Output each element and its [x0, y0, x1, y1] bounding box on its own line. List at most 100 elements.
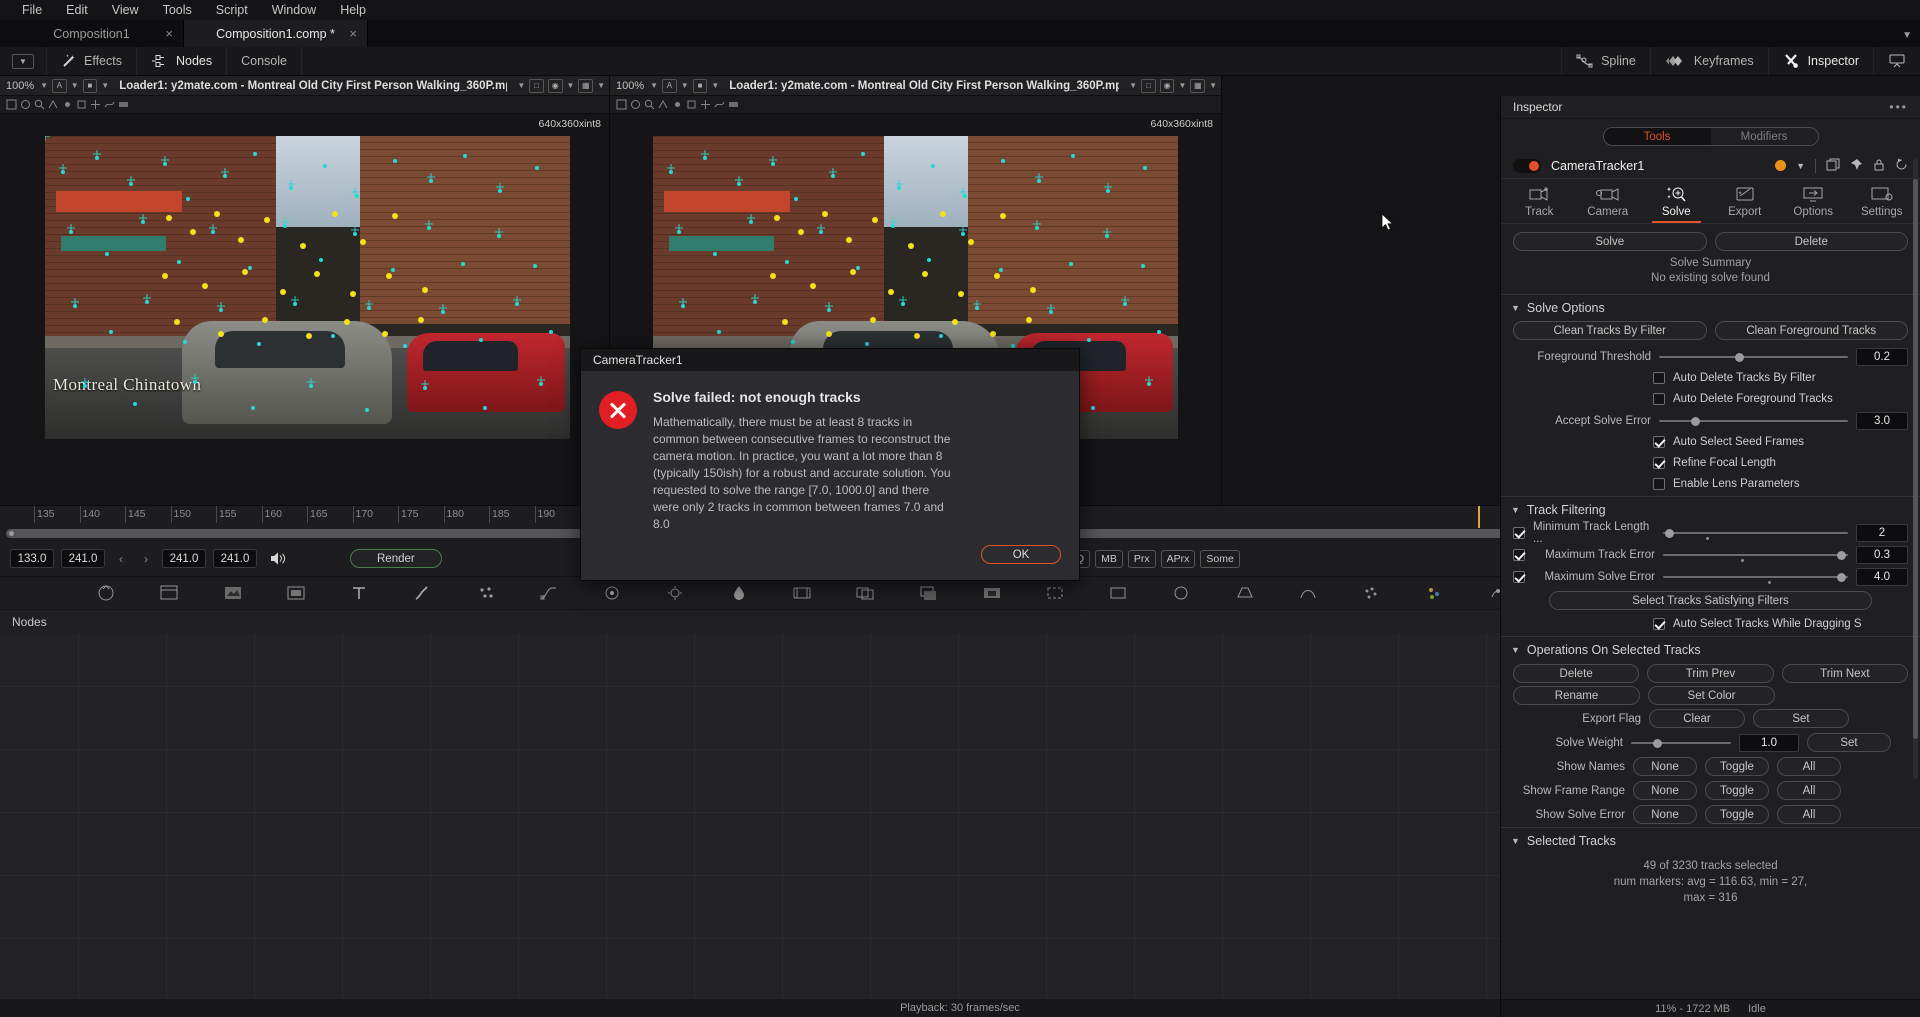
tool-icon-9[interactable]	[728, 99, 739, 110]
prev-button[interactable]: ‹	[112, 549, 130, 568]
chevron-down-icon[interactable]: ▼	[650, 81, 658, 90]
circle-mask-icon[interactable]	[1171, 583, 1191, 603]
tab-camera[interactable]: Camera	[1574, 185, 1643, 223]
particle-render-icon[interactable]	[1424, 583, 1444, 603]
tab-options[interactable]: Options	[1779, 185, 1848, 223]
trim-next-button[interactable]: Trim Next	[1781, 664, 1908, 683]
viewer-eye-icon[interactable]: ◉	[547, 78, 563, 93]
particles-icon[interactable]	[476, 583, 496, 603]
background-icon[interactable]	[159, 583, 179, 603]
tab-export[interactable]: Export	[1711, 185, 1780, 223]
viewer-grid-icon[interactable]: ▦	[1190, 78, 1206, 93]
tool-color-dot[interactable]	[1775, 160, 1787, 171]
tab-inspector[interactable]: Inspector	[1767, 47, 1873, 75]
polygon-mask-icon[interactable]	[1235, 583, 1255, 603]
tab-console[interactable]: Console	[227, 47, 302, 75]
film-icon[interactable]	[792, 583, 812, 603]
show-names-all-button[interactable]: All	[1777, 757, 1841, 776]
tool-icon-2[interactable]	[630, 99, 641, 110]
quality-mb[interactable]: MB	[1095, 549, 1123, 568]
chevron-down-icon[interactable]: ▼	[681, 81, 689, 90]
enable-lens-parameters-checkbox[interactable]	[1653, 477, 1665, 490]
tool-icon-1[interactable]	[6, 99, 17, 110]
track-filtering-header[interactable]: ▼ Track Filtering	[1501, 501, 1920, 521]
tab-track[interactable]: Track	[1505, 185, 1574, 223]
refine-focal-length-checkbox[interactable]	[1653, 456, 1665, 469]
auto-delete-tracks-by-filter-checkbox[interactable]	[1653, 371, 1665, 384]
global-start-field[interactable]: 241.0	[162, 549, 206, 568]
show-frame-range-none-button[interactable]: None	[1633, 781, 1697, 800]
tool-icon-6[interactable]	[76, 99, 87, 110]
out-point-marker[interactable]	[1478, 506, 1480, 528]
quality-prx[interactable]: Prx	[1127, 549, 1156, 568]
auto-delete-foreground-tracks-checkbox[interactable]	[1653, 392, 1665, 405]
maximum-solve-error-slider[interactable]	[1663, 570, 1848, 584]
tab-spline[interactable]: Spline	[1561, 47, 1650, 75]
menu-view[interactable]: View	[100, 0, 151, 20]
tool-icon-4[interactable]	[48, 99, 59, 110]
clean-tracks-by-filter-button[interactable]: Clean Tracks By Filter	[1513, 321, 1707, 340]
viewer-layout-button[interactable]	[1873, 47, 1920, 75]
quality-some[interactable]: Some	[1200, 549, 1240, 568]
viewer-lut-icon[interactable]: A	[662, 78, 677, 93]
viewer-zoom-value[interactable]: 100%	[4, 80, 36, 92]
rect-mask-icon[interactable]	[1108, 583, 1128, 603]
chevron-down-icon[interactable]: ▼	[1178, 81, 1186, 90]
chevron-down-icon[interactable]: ▼	[567, 81, 575, 90]
media-icon[interactable]	[223, 583, 243, 603]
quality-aprx[interactable]: APrx	[1160, 549, 1196, 568]
viewer-zoom-value[interactable]: 100%	[614, 80, 646, 92]
viewer-eye-icon[interactable]: ◉	[1159, 78, 1175, 93]
brush-icon[interactable]	[412, 583, 432, 603]
accept-solve-error-value[interactable]: 3.0	[1856, 411, 1908, 430]
viewer-grid-icon[interactable]: ▦	[578, 78, 594, 93]
delete-solve-button[interactable]: Delete	[1714, 232, 1908, 251]
search-icon[interactable]	[644, 99, 655, 110]
solve-weight-set-button[interactable]: Set	[1807, 733, 1891, 752]
tool-icon-2[interactable]	[20, 99, 31, 110]
paint-blur-icon[interactable]	[286, 583, 306, 603]
viewer-lut-icon[interactable]: A	[52, 78, 67, 93]
panel-selector-button[interactable]: ▼	[0, 47, 47, 75]
trim-prev-button[interactable]: Trim Prev	[1647, 664, 1774, 683]
operations-header[interactable]: ▼ Operations On Selected Tracks	[1501, 641, 1920, 661]
show-solve-error-none-button[interactable]: None	[1633, 805, 1697, 824]
solve-weight-value[interactable]: 1.0	[1739, 733, 1799, 752]
menu-window[interactable]: Window	[260, 0, 328, 20]
lock-icon[interactable]	[1873, 158, 1885, 174]
viewer-roi-icon[interactable]: □	[1141, 78, 1156, 93]
inspector-scrollbar[interactable]	[1913, 159, 1918, 779]
search-icon[interactable]	[34, 99, 45, 110]
refine-focal-length-row[interactable]: Refine Focal Length	[1501, 452, 1920, 473]
menu-help[interactable]: Help	[328, 0, 378, 20]
chevron-down-icon[interactable]: ▼	[1209, 81, 1217, 90]
chevron-down-icon[interactable]: ▼	[1902, 30, 1912, 41]
foreground-threshold-value[interactable]: 0.2	[1856, 347, 1908, 366]
particle-emitter-icon[interactable]	[1361, 583, 1381, 603]
tool-enable-toggle[interactable]	[1513, 158, 1541, 173]
menu-edit[interactable]: Edit	[54, 0, 100, 20]
chevron-down-icon[interactable]: ▼	[1129, 81, 1137, 90]
tab-solve[interactable]: Solve	[1642, 185, 1711, 223]
tool-icon-1[interactable]	[616, 99, 627, 110]
chevron-down-icon[interactable]: ▼	[101, 81, 109, 90]
render-button[interactable]: Render	[350, 549, 442, 568]
show-names-none-button[interactable]: None	[1633, 757, 1697, 776]
next-button[interactable]: ›	[137, 549, 155, 568]
export-flag-clear-button[interactable]: Clear	[1649, 709, 1745, 728]
chevron-down-icon[interactable]: ▼	[40, 81, 48, 90]
transform-icon[interactable]	[96, 583, 116, 603]
reset-icon[interactable]	[1895, 158, 1908, 174]
rename-track-button[interactable]: Rename	[1513, 686, 1640, 705]
maximum-track-error-slider[interactable]	[1663, 548, 1848, 562]
chevron-down-icon[interactable]: ▼	[1796, 161, 1805, 171]
menu-script[interactable]: Script	[204, 0, 260, 20]
maximum-track-error-checkbox[interactable]	[1513, 548, 1525, 561]
viewer-channel-icon[interactable]: ■	[692, 78, 708, 93]
solve-weight-slider[interactable]	[1631, 736, 1731, 750]
tab-nodes[interactable]: Nodes	[137, 47, 228, 75]
tool-icon-5[interactable]	[62, 99, 73, 110]
close-icon[interactable]: ×	[349, 26, 357, 41]
maximum-track-error-value[interactable]: 0.3	[1856, 545, 1908, 564]
show-frame-range-toggle-button[interactable]: Toggle	[1705, 781, 1769, 800]
